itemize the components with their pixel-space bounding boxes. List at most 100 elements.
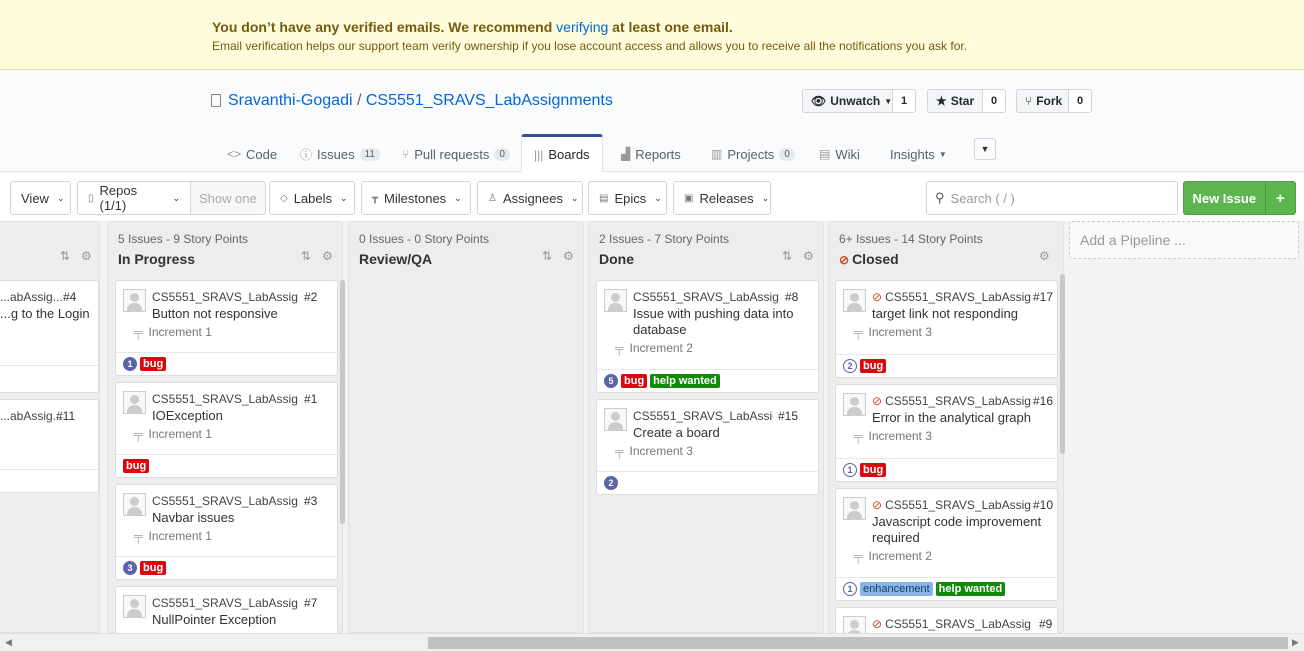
gear-icon[interactable]: ⚙ bbox=[322, 249, 333, 263]
tab-label: Reports bbox=[635, 146, 681, 162]
star-label: Star bbox=[950, 94, 975, 108]
tab-projects[interactable]: ▥ Projects 0 bbox=[711, 136, 795, 172]
avatar bbox=[843, 393, 866, 416]
label-bug[interactable]: bug bbox=[140, 561, 167, 575]
fork-count[interactable]: 0 bbox=[1068, 89, 1093, 113]
repo-icon bbox=[211, 94, 221, 107]
star-count[interactable]: 0 bbox=[982, 89, 1007, 113]
epics-dropdown[interactable]: ▤ Epics ⌄ bbox=[588, 181, 667, 215]
issue-card[interactable]: CS5551_SRAVS_LabAssign... #1 IOException… bbox=[115, 382, 338, 478]
chevron-down-icon: ▼ bbox=[980, 144, 990, 154]
card-repo: CS5551_SRAVS_LabAssign... bbox=[152, 290, 298, 304]
view-dropdown[interactable]: View ⌄ bbox=[10, 181, 71, 215]
tab-issues[interactable]: ⓘ Issues 11 bbox=[300, 136, 380, 172]
boards-icon: ||| bbox=[534, 147, 544, 162]
issue-card[interactable]: ⊘ CS5551_SRAVS_LabAssig... #16 Error in t… bbox=[835, 384, 1058, 482]
plus-icon[interactable]: + bbox=[1264, 182, 1295, 214]
label-bug[interactable]: bug bbox=[860, 463, 887, 477]
milestone-label: Increment 2 bbox=[868, 549, 932, 563]
card-number: #3 bbox=[304, 494, 318, 508]
sort-icon[interactable]: ⇅ bbox=[542, 249, 552, 263]
card-repo: CS5551_SRAVS_LabAssig... bbox=[885, 290, 1032, 304]
issue-card[interactable]: CS5551_SRAVS_LabAssign... #3 Navbar issu… bbox=[115, 484, 338, 580]
repos-dropdown[interactable]: ▯ Repos (1/1) ⌄ bbox=[77, 181, 191, 215]
scrollbar-thumb[interactable] bbox=[428, 637, 1288, 649]
milestones-dropdown[interactable]: ┳ Milestones ⌄ bbox=[361, 181, 471, 215]
more-tabs-button[interactable]: ▼ bbox=[974, 138, 996, 160]
assignees-dropdown[interactable]: ♙ Assignees ⌄ bbox=[477, 181, 583, 215]
verifying-link[interactable]: verifying bbox=[556, 19, 608, 35]
estimate-badge: 5 bbox=[604, 374, 618, 388]
new-issue-button[interactable]: New Issue + bbox=[1183, 181, 1296, 215]
add-pipeline-button[interactable]: Add a Pipeline ... bbox=[1069, 221, 1299, 259]
card-number: #17 bbox=[1033, 290, 1054, 304]
tab-boards[interactable]: ||| Boards bbox=[521, 134, 603, 173]
label-help-wanted[interactable]: help wanted bbox=[650, 374, 720, 388]
labels-dropdown[interactable]: ◇ Labels ⌄ bbox=[269, 181, 355, 215]
label-bug[interactable]: bug bbox=[860, 359, 887, 373]
gear-icon[interactable]: ⚙ bbox=[81, 249, 92, 263]
caret-down-icon: ▼ bbox=[884, 96, 893, 106]
card-title: ...g to the Login bbox=[0, 306, 90, 321]
person-icon: ♙ bbox=[488, 192, 497, 204]
banner-headline: You don’t have any verified emails. We r… bbox=[212, 19, 733, 35]
card-milestone: ╤ Increment 1 bbox=[134, 325, 212, 339]
issue-card[interactable]: ...abAssig... #4 ...g to the Login bbox=[0, 280, 99, 393]
sort-icon[interactable]: ⇅ bbox=[301, 249, 311, 263]
horizontal-scrollbar[interactable]: ◀ ▶ bbox=[0, 633, 1304, 651]
repo-owner-link[interactable]: Sravanthi-Gogadi bbox=[228, 92, 353, 109]
search-placeholder: Search ( / ) bbox=[950, 190, 1015, 206]
unwatch-button[interactable]: 👁 Unwatch ▼ bbox=[802, 89, 893, 113]
pipeline-in-progress: 5 Issues - 9 Story Points In Progress ⇅ … bbox=[107, 221, 345, 636]
sort-icon[interactable]: ⇅ bbox=[782, 249, 792, 263]
gear-icon[interactable]: ⚙ bbox=[1039, 249, 1050, 263]
tab-pull-requests[interactable]: ⑂ Pull requests 0 bbox=[402, 136, 510, 172]
tab-code[interactable]: <> Code bbox=[227, 136, 277, 172]
issue-card[interactable]: CS5551_SRAVS_LabAssign... #8 Issue with … bbox=[596, 280, 819, 393]
card-number: #15 bbox=[778, 409, 799, 423]
watch-count[interactable]: 1 bbox=[892, 89, 917, 113]
new-issue-label: New Issue bbox=[1192, 190, 1257, 206]
issue-card[interactable]: CS5551_SRAVS_LabAssig... #15 Create a bo… bbox=[596, 399, 819, 495]
pipeline-meta: 0 Issues - 0 Story Points bbox=[359, 232, 490, 246]
card-footer bbox=[0, 469, 98, 492]
issue-card[interactable]: CS5551_SRAVS_LabAssign... #7 NullPointer… bbox=[115, 586, 338, 636]
tab-insights[interactable]: Insights ▼ bbox=[890, 136, 947, 172]
label-enhancement[interactable]: enhancement bbox=[860, 582, 933, 596]
label-bug[interactable]: bug bbox=[140, 357, 167, 371]
card-repo: ...abAssig... bbox=[0, 409, 63, 423]
gear-icon[interactable]: ⚙ bbox=[563, 249, 574, 263]
issue-card[interactable]: ⊘ CS5551_SRAVS_LabAssig... #17 target lin… bbox=[835, 280, 1058, 378]
sort-icon[interactable]: ⇅ bbox=[60, 249, 70, 263]
pipeline-scrollbar[interactable] bbox=[1060, 274, 1065, 454]
scroll-right-icon[interactable]: ▶ bbox=[1292, 637, 1299, 648]
label-bug[interactable]: bug bbox=[123, 459, 150, 473]
card-title: Javascript code improvement required bbox=[872, 514, 1041, 546]
show-one-button[interactable]: Show one bbox=[191, 181, 266, 215]
card-repo: CS5551_SRAVS_LabAssign... bbox=[152, 494, 298, 508]
card-title-line: required bbox=[872, 530, 920, 545]
pipeline-done: 2 Issues - 7 Story Points Done ⇅ ⚙ CS555… bbox=[588, 221, 824, 633]
milestone-label: Increment 1 bbox=[148, 325, 212, 339]
repo-name-link[interactable]: CS5551_SRAVS_LabAssignments bbox=[366, 92, 613, 109]
pipeline-scrollbar[interactable] bbox=[340, 280, 345, 524]
epics-label: Epics bbox=[614, 190, 647, 206]
scroll-left-icon[interactable]: ◀ bbox=[5, 637, 12, 648]
label-bug[interactable]: bug bbox=[621, 374, 648, 388]
tab-reports[interactable]: ▟ Reports bbox=[621, 136, 681, 172]
fork-button[interactable]: ⑂ Fork bbox=[1016, 89, 1069, 113]
milestone-icon: ╤ bbox=[854, 549, 863, 563]
milestone-label: Increment 3 bbox=[629, 444, 693, 458]
issue-card[interactable]: CS5551_SRAVS_LabAssign... #2 Button not … bbox=[115, 280, 338, 376]
search-input[interactable]: ⚲ Search ( / ) bbox=[926, 181, 1178, 215]
tab-wiki[interactable]: ▤ Wiki bbox=[819, 136, 860, 172]
gear-icon[interactable]: ⚙ bbox=[803, 249, 814, 263]
releases-label: Releases bbox=[699, 190, 754, 206]
card-number: #2 bbox=[304, 290, 318, 304]
label-help-wanted[interactable]: help wanted bbox=[935, 582, 1006, 596]
star-button[interactable]: ★ Star bbox=[927, 89, 983, 113]
issue-card[interactable]: ...abAssig... #11 bbox=[0, 399, 99, 493]
issue-card[interactable]: ⊘ CS5551_SRAVS_LabAssig... #10 Javascript… bbox=[835, 488, 1058, 601]
releases-dropdown[interactable]: ▣ Releases ⌄ bbox=[673, 181, 771, 215]
card-repo: CS5551_SRAVS_LabAssign... bbox=[152, 392, 298, 406]
